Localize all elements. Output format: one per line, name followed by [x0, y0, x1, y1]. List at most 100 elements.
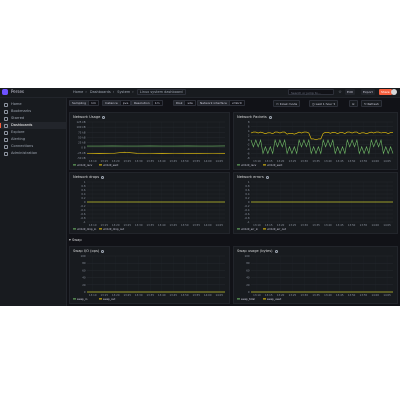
panel-network-drops[interactable]: Network drops 1 0.8 0.6 0.4 0.2 0 -0.2 -0.4 -0.6… — [69, 172, 230, 234]
legend-label[interactable]: vmbr0_drop_in — [77, 227, 97, 231]
sidebar-item-home[interactable]: Home — [0, 101, 66, 108]
breadcrumb-current-dashboard[interactable]: Linux system dashboard — [136, 89, 186, 95]
x-tick-label: 13:40 — [158, 293, 166, 297]
dashboards-icon — [4, 123, 8, 128]
variable-instance[interactable]: Instance pve — [102, 100, 132, 107]
avatar[interactable] — [391, 89, 397, 95]
legend-label[interactable]: vmbr0_recv — [241, 163, 257, 167]
legend-label[interactable]: vmbr0_err_in — [241, 227, 258, 231]
x-tick-label: 13:55 — [193, 159, 201, 163]
legend-swatch — [99, 164, 102, 166]
panel-swap-io[interactable]: Swap I/O (ops) 100 80 60 40 20 0 13:10 13:15 13:… — [69, 246, 230, 304]
top-bar: Perses Home › Dashboards › System › Linux s… — [0, 88, 400, 98]
bell-icon — [4, 137, 8, 142]
y-tick-label: 60 — [246, 268, 250, 272]
y-tick-label: -0.4 — [244, 208, 249, 212]
time-range-picker[interactable]: ◷ Last 1 hour ▾ — [309, 100, 338, 107]
y-tick-label: 80 — [246, 261, 250, 265]
edit-button[interactable]: Edit — [345, 89, 355, 95]
sidebar-item-starred[interactable]: Starred — [0, 115, 66, 122]
y-tick-label: -6 — [247, 152, 250, 156]
network-errors-chart: 10.80.60.40.20-0.2-0.4-0.6-0.8-113:10 13:… — [237, 180, 393, 231]
y-tick-label: 6 — [248, 125, 250, 129]
legend-swatch — [99, 298, 102, 300]
x-tick-label: 13:45 — [170, 223, 178, 227]
sidebar-item-bookmarks[interactable]: Bookmarks — [0, 108, 66, 115]
legend-swatch — [237, 298, 240, 300]
variable-resolution[interactable]: Resolution 1m — [131, 100, 163, 107]
legend-label[interactable]: swap_total — [241, 297, 255, 301]
y-tick-label: 20 — [246, 283, 250, 287]
legend-label[interactable]: vmbr0_sent — [267, 163, 282, 167]
y-tick-label: 0 — [248, 200, 250, 204]
variable-disk[interactable]: Disk sda — [173, 100, 196, 107]
x-tick-label: 13:20 — [277, 159, 285, 163]
y-tick-label: -0.8 — [80, 216, 85, 220]
legend-label[interactable]: swap_out — [103, 297, 115, 301]
legend-label[interactable]: vmbr0_recv — [77, 163, 93, 167]
x-tick-label: 13:20 — [112, 159, 120, 163]
series-line-vmbr0_sent — [250, 131, 393, 141]
x-tick-label: 13:15 — [101, 159, 109, 163]
export-button[interactable]: Export — [361, 89, 375, 95]
legend-swatch — [73, 228, 76, 230]
breadcrumb-system[interactable]: System — [117, 90, 130, 94]
legend-label[interactable]: vmbr0_err_out — [267, 227, 286, 231]
panel-swap-usage[interactable]: Swap usage (bytes) 100 80 60 40 20 0 13:10 13:1… — [233, 246, 398, 304]
x-tick-label: 13:35 — [147, 223, 155, 227]
breadcrumb-home[interactable]: Home — [73, 90, 83, 94]
x-tick-label: 13:30 — [135, 223, 143, 227]
star-icon[interactable]: ☆ — [337, 89, 343, 95]
x-tick-label: 14:05 — [383, 293, 391, 297]
legend-swatch — [263, 228, 266, 230]
refresh-button[interactable]: ↻ Refresh — [361, 100, 382, 107]
panel-network-usage[interactable]: Network Usage 125 kB 100 kB 75 kB 50 kB 25 k… — [69, 112, 230, 170]
panel-network-errors[interactable]: Network errors 1 0.8 0.6 0.4 0.2 0 -0.2 -0.4 -0.… — [233, 172, 398, 234]
x-tick-label: 13:45 — [170, 293, 178, 297]
search-input[interactable]: Search or jump to... — [288, 89, 334, 95]
zoom-out-button[interactable]: ⊖ — [349, 100, 358, 107]
x-tick-label: 13:10 — [253, 223, 261, 227]
y-tick-label: -1 — [83, 220, 86, 224]
x-tick-label: 13:40 — [158, 223, 166, 227]
legend-label[interactable]: vmbr0_drop_out — [103, 227, 124, 231]
y-tick-label: 0.4 — [81, 192, 85, 196]
breadcrumb-dashboards[interactable]: Dashboards — [90, 90, 111, 94]
y-tick-label: 0 — [84, 200, 86, 204]
sidebar-item-explore[interactable]: Explore — [0, 129, 66, 136]
x-tick-label: 14:05 — [383, 223, 391, 227]
app-logo-icon[interactable] — [2, 89, 8, 95]
y-tick-label: 0.4 — [245, 192, 249, 196]
y-tick-label: 8 — [248, 120, 250, 124]
x-tick-label: 13:25 — [124, 159, 132, 163]
y-tick-label: -0.2 — [80, 204, 85, 208]
sidebar-item-dashboards[interactable]: Dashboards — [0, 122, 66, 129]
sidebar-item-administration[interactable]: Administration — [0, 150, 66, 157]
row-header-swap[interactable]: ▾ Swap — [69, 238, 82, 242]
legend-label[interactable]: swap_used — [267, 297, 282, 301]
panel-network-packets[interactable]: Network Packets 8 6 4 2 0 -2 -4 -6 -8 13:10 13:15 1… — [233, 112, 398, 170]
y-tick-label: -0.8 — [244, 216, 249, 220]
sidebar-item-alerting[interactable]: Alerting — [0, 136, 66, 143]
legend-swatch — [73, 298, 76, 300]
y-tick-label: 100 — [245, 254, 250, 258]
kiosk-mode-button[interactable]: ▭ Kiosk mode — [273, 100, 301, 107]
zoom-out-icon: ⊖ — [352, 102, 355, 106]
share-button[interactable]: Share — [379, 89, 392, 95]
variable-sampling[interactable]: Sampling 1m — [69, 100, 99, 107]
x-tick-label: 13:15 — [265, 293, 273, 297]
x-tick-label: 13:15 — [101, 293, 109, 297]
variable-network-interface[interactable]: Network interface vmbr0 — [197, 100, 245, 107]
x-tick-label: 13:15 — [101, 223, 109, 227]
y-tick-label: 125 kB — [76, 120, 85, 124]
legend-swatch — [263, 164, 266, 166]
y-tick-label: -1 — [247, 220, 250, 224]
legend-label[interactable]: vmbr0_sent — [103, 163, 118, 167]
x-tick-label: 14:00 — [204, 293, 212, 297]
sidebar-item-connections[interactable]: Connections — [0, 143, 66, 150]
y-tick-label: 4 — [248, 129, 250, 133]
x-tick-label: 13:40 — [324, 293, 332, 297]
legend-label[interactable]: swap_in — [77, 297, 88, 301]
y-tick-label: 2 — [248, 134, 250, 138]
y-tick-label: 0.8 — [245, 184, 249, 188]
